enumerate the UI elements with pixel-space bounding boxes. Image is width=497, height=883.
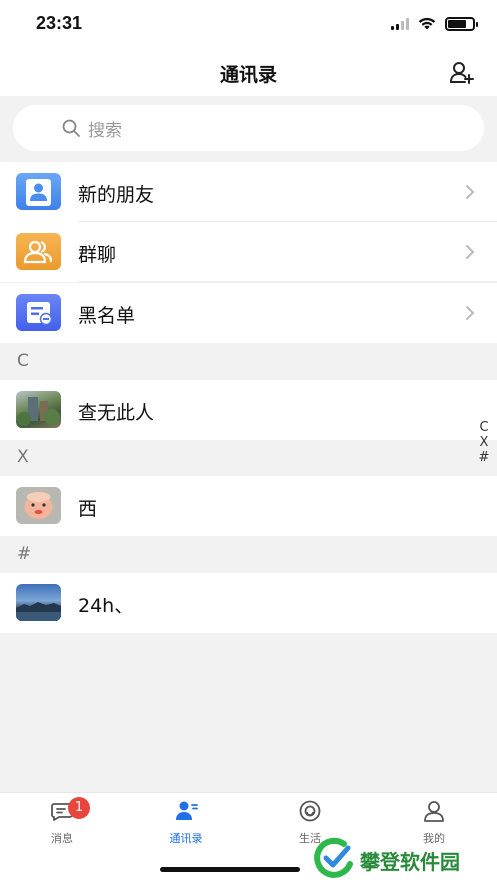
new-friends-item[interactable]: 新的朋友 bbox=[0, 162, 497, 222]
avatar bbox=[16, 391, 61, 428]
section-header-x: X bbox=[0, 440, 497, 476]
index-letter[interactable]: C bbox=[477, 420, 491, 435]
contact-name: 24h、 bbox=[78, 595, 134, 617]
chevron-right-icon bbox=[466, 245, 475, 259]
search-placeholder: 搜索 bbox=[88, 121, 122, 141]
blacklist-item[interactable]: 黑名单 bbox=[0, 283, 497, 343]
tab-messages[interactable]: 1 消息 bbox=[0, 797, 124, 849]
contact-name: 查无此人 bbox=[78, 402, 155, 424]
nav-bar: 通讯录 bbox=[0, 50, 497, 96]
status-time: 23:31 bbox=[36, 13, 83, 33]
search-area: 搜索 bbox=[0, 96, 497, 162]
group-chat-label: 群聊 bbox=[78, 244, 117, 266]
unread-badge: 1 bbox=[68, 797, 90, 819]
contact-row[interactable]: 西 bbox=[0, 476, 497, 536]
contact-row[interactable]: 24h、 bbox=[0, 573, 497, 633]
index-letter[interactable]: X bbox=[477, 435, 491, 450]
watermark: 攀登软件园 bbox=[312, 836, 497, 883]
chevron-right-icon bbox=[466, 306, 475, 320]
contacts-icon bbox=[176, 801, 198, 820]
section-header-hash: # bbox=[0, 537, 497, 573]
add-friend-icon[interactable] bbox=[449, 60, 475, 86]
blacklist-label: 黑名单 bbox=[78, 305, 136, 327]
section-letter: # bbox=[17, 544, 32, 564]
watermark-logo-icon bbox=[314, 837, 353, 878]
group-chat-icon bbox=[16, 233, 61, 270]
group-chat-item[interactable]: 群聊 bbox=[0, 222, 497, 282]
new-friends-icon bbox=[16, 173, 61, 210]
chevron-right-icon bbox=[466, 185, 475, 199]
new-friends-label: 新的朋友 bbox=[78, 184, 155, 206]
contact-row[interactable]: 查无此人 bbox=[0, 380, 497, 440]
home-indicator bbox=[160, 867, 300, 872]
section-header-c: C bbox=[0, 344, 497, 380]
profile-icon bbox=[424, 801, 444, 822]
battery-icon bbox=[445, 16, 478, 31]
avatar bbox=[16, 487, 61, 524]
tab-label: 通讯录 bbox=[169, 832, 203, 845]
tab-contacts[interactable]: 通讯录 bbox=[124, 799, 248, 849]
search-icon bbox=[62, 119, 80, 137]
section-letter: C bbox=[17, 351, 29, 371]
tab-label: 消息 bbox=[51, 832, 73, 845]
section-letter: X bbox=[17, 447, 29, 467]
contact-name: 西 bbox=[78, 498, 98, 520]
status-icons bbox=[391, 16, 478, 31]
signal-icon bbox=[391, 17, 409, 30]
alphabet-index[interactable]: C X # bbox=[477, 420, 491, 465]
smile-icon bbox=[299, 800, 321, 822]
status-bar: 23:31 bbox=[0, 0, 497, 50]
blacklist-icon bbox=[16, 294, 61, 331]
watermark-text: 攀登软件园 bbox=[360, 850, 460, 874]
divider bbox=[78, 281, 497, 282]
index-letter[interactable]: # bbox=[477, 450, 491, 465]
page-title: 通讯录 bbox=[219, 64, 277, 86]
avatar bbox=[16, 584, 61, 621]
search-input[interactable]: 搜索 bbox=[13, 105, 484, 151]
wifi-icon bbox=[418, 17, 436, 30]
